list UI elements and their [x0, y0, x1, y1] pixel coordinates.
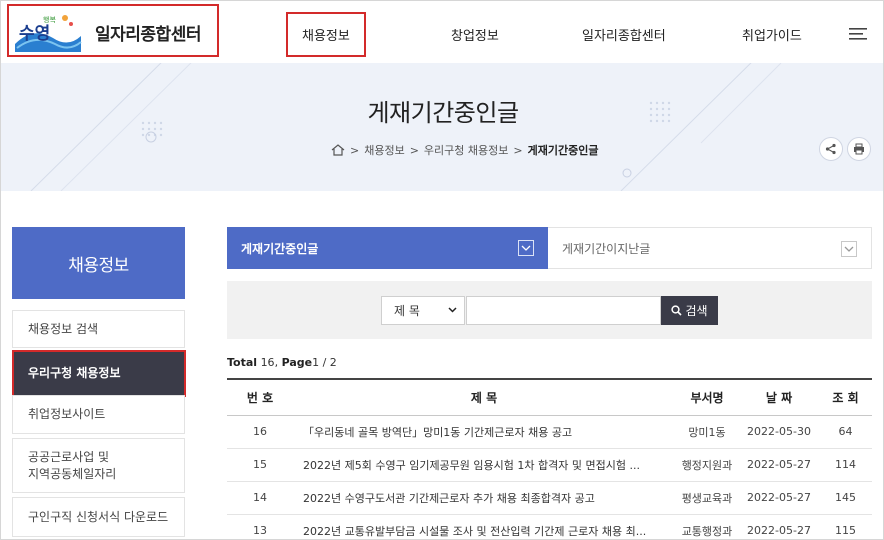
cell-title-link[interactable]: 2022년 제5회 수영구 임기제공무원 임용시험 1차 합격자 및 면접시험 … — [293, 448, 675, 482]
search-button[interactable]: 검색 — [661, 296, 718, 325]
search-icon — [671, 305, 683, 316]
table-row[interactable]: 13 2022년 교통유발부담금 시설물 조사 및 전산입력 기간제 근로자 채… — [227, 514, 872, 539]
tab-label: 게재기간이지난글 — [562, 241, 651, 256]
sidebar-item-label: 공공근로사업 및 — [28, 449, 110, 464]
search-select-value: 제 목 — [394, 304, 420, 318]
cell-title-link[interactable]: 2022년 수영구도서관 기간제근로자 추가 채용 최종합격자 공고 — [293, 481, 675, 515]
hamburger-menu-icon[interactable] — [849, 28, 867, 40]
print-button[interactable] — [847, 137, 871, 161]
nav-job-guide[interactable]: 취업가이드 — [742, 25, 802, 44]
breadcrumb-separator: > — [409, 143, 419, 157]
cell-date: 2022-05-27 — [739, 514, 819, 539]
cell-dept: 평생교육과 — [675, 481, 739, 515]
cell-title-link[interactable]: 2022년 교통유발부담금 시설물 조사 및 전산입력 기간제 근로자 채용 최… — [293, 514, 675, 539]
column-header-title: 제 목 — [293, 378, 675, 416]
cell-views: 114 — [819, 448, 872, 482]
posts-table: 번 호 제 목 부서명 날 짜 조 회 16 「우리동네 골목 방역단」망미1동… — [227, 378, 872, 539]
page-title: 게재기간중인글 — [367, 99, 519, 127]
sidebar-item-job-sites[interactable]: 취업정보사이트 — [12, 395, 185, 434]
print-icon — [854, 143, 864, 155]
tab-label: 게재기간중인글 — [241, 241, 319, 256]
cell-date: 2022-05-27 — [739, 481, 819, 515]
sidebar-item-form-download[interactable]: 구인구직 신청서식 다운로드 — [12, 497, 185, 537]
nav-startup[interactable]: 창업정보 — [451, 25, 499, 44]
table-row[interactable]: 16 「우리동네 골목 방역단」망미1동 기간제근로자 채용 공고 망미1동 2… — [227, 415, 872, 449]
sidebar-item-public-works[interactable]: 공공근로사업 및 지역공동체일자리 — [12, 438, 185, 493]
breadcrumb-separator: > — [513, 143, 523, 157]
page-frame: 수영 행복 일자리종합센터 채용정보 창업정보 일자리종합센터 취업가이드 게재… — [0, 0, 884, 540]
breadcrumb: > 채용정보 > 우리구청 채용정보 > 게재기간중인글 — [331, 142, 598, 158]
cell-title-link[interactable]: 「우리동네 골목 방역단」망미1동 기간제근로자 채용 공고 — [293, 415, 675, 449]
cell-no: 13 — [227, 514, 293, 539]
chevron-down-icon — [841, 241, 857, 257]
current-page: 1 — [312, 356, 320, 369]
column-header-views: 조 회 — [819, 378, 872, 416]
chevron-down-icon — [448, 307, 457, 313]
chevron-down-icon — [518, 240, 534, 256]
page-banner: 게재기간중인글 > 채용정보 > 우리구청 채용정보 > 게재기간중인글 — [1, 63, 883, 191]
cell-views: 64 — [819, 415, 872, 449]
breadcrumb-item[interactable]: 우리구청 채용정보 — [424, 142, 508, 158]
site-header: 수영 행복 일자리종합센터 채용정보 창업정보 일자리종합센터 취업가이드 — [1, 1, 883, 63]
sidebar-title: 채용정보 — [12, 227, 185, 299]
search-button-label: 검색 — [685, 304, 708, 318]
breadcrumb-separator: > — [350, 143, 360, 157]
cell-dept: 교통행정과 — [675, 514, 739, 539]
total-label: Total — [227, 356, 258, 369]
search-field-select[interactable]: 제 목 — [381, 296, 465, 325]
nav-job-center[interactable]: 일자리종합센터 — [582, 25, 666, 44]
cell-no: 16 — [227, 415, 293, 449]
page-label: Page — [281, 356, 313, 369]
table-row[interactable]: 14 2022년 수영구도서관 기간제근로자 추가 채용 최종합격자 공고 평생… — [227, 481, 872, 515]
cell-views: 145 — [819, 481, 872, 515]
breadcrumb-item[interactable]: 채용정보 — [364, 142, 404, 158]
table-header-row: 번 호 제 목 부서명 날 짜 조 회 — [227, 378, 872, 416]
total-number: 16 — [260, 356, 275, 369]
column-header-date: 날 짜 — [739, 378, 819, 416]
sidebar-item-label: 지역공동체일자리 — [28, 466, 117, 481]
cell-dept: 망미1동 — [675, 415, 739, 449]
column-header-dept: 부서명 — [675, 378, 739, 416]
home-icon[interactable] — [331, 144, 345, 156]
cell-views: 115 — [819, 514, 872, 539]
cell-no: 14 — [227, 481, 293, 515]
total-count: Total 16, Page1 / 2 — [227, 356, 337, 369]
breadcrumb-current: 게재기간중인글 — [527, 144, 599, 157]
sidebar-item-job-search[interactable]: 채용정보 검색 — [12, 310, 185, 348]
cell-date: 2022-05-30 — [739, 415, 819, 449]
search-bar: 제 목 검색 — [227, 281, 872, 339]
sidebar-item-district-jobs[interactable]: 우리구청 채용정보 — [12, 352, 185, 395]
logo[interactable]: 수영 행복 일자리종합센터 — [7, 4, 219, 57]
cell-no: 15 — [227, 448, 293, 482]
share-button[interactable] — [819, 137, 843, 161]
svg-text:수영: 수영 — [19, 24, 50, 44]
tab-expired-posts[interactable]: 게재기간이지난글 — [548, 227, 872, 269]
logo-emblem-icon: 수영 행복 — [15, 15, 82, 52]
search-input[interactable] — [466, 296, 661, 325]
share-icon — [825, 143, 836, 155]
svg-text:행복: 행복 — [43, 15, 56, 24]
logo-text: 일자리종합센터 — [95, 25, 201, 45]
tab-current-posts[interactable]: 게재기간중인글 — [227, 227, 548, 269]
total-pages: 2 — [329, 356, 337, 369]
table-row[interactable]: 15 2022년 제5회 수영구 임기제공무원 임용시험 1차 합격자 및 면접… — [227, 448, 872, 482]
column-header-no: 번 호 — [227, 378, 293, 416]
cell-date: 2022-05-27 — [739, 448, 819, 482]
cell-dept: 행정지원과 — [675, 448, 739, 482]
nav-jobs[interactable]: 채용정보 — [286, 12, 366, 57]
